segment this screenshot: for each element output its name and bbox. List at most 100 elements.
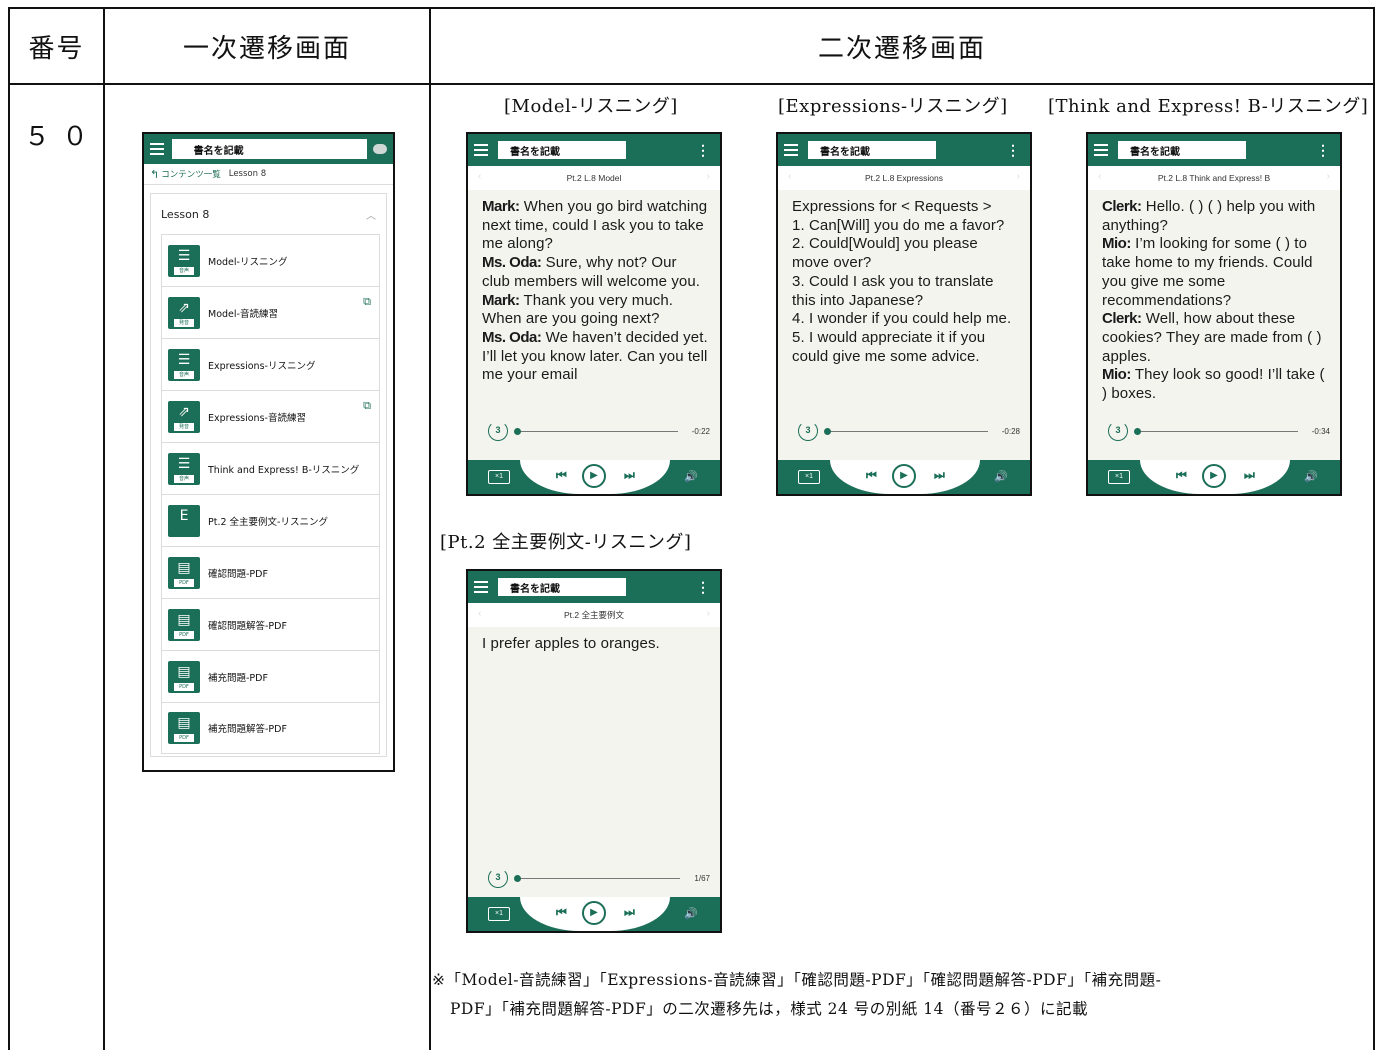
header-secondary: 二次遷移画面	[817, 33, 986, 64]
script-line: 4. I wonder if you could help me.	[792, 310, 1018, 329]
next-track-icon[interactable]: ›	[1327, 171, 1330, 182]
script-text: Expressions for < Requests >1. Can[Will]…	[778, 190, 1030, 418]
skip-next-icon[interactable]: ⏭	[624, 905, 635, 920]
progress-track[interactable]	[1134, 427, 1298, 435]
content-list-item[interactable]: ▤ PDF 確認問題解答-PDF	[161, 598, 380, 650]
pdf-icon: ▤ PDF	[168, 712, 200, 744]
header-divider	[8, 83, 1375, 85]
content-list-item-label: 確認問題解答-PDF	[208, 620, 287, 632]
row-number: ５０	[24, 122, 101, 152]
icon-glyph: ☰	[177, 455, 191, 472]
screen-label-think-express: [Think and Express! B-リスニング]	[1048, 96, 1369, 117]
skip-previous-icon[interactable]: ⏮	[556, 468, 567, 483]
script-line-text: They look so good! I’ll take ( ) boxes.	[1102, 366, 1325, 403]
external-link-box-icon: ⇗ 発音	[168, 296, 200, 329]
menu-icon[interactable]	[784, 144, 798, 156]
menu-icon[interactable]	[150, 143, 164, 155]
external-link-icon[interactable]: ⧉	[363, 295, 371, 309]
breadcrumb-back-link[interactable]: コンテンツ一覧	[161, 168, 221, 180]
icon-tag: 音声	[174, 370, 194, 379]
menu-icon[interactable]	[1094, 144, 1108, 156]
volume-icon[interactable]: 🔊	[684, 470, 698, 483]
speed-button[interactable]: ×1	[1108, 470, 1130, 484]
header-primary: 一次遷移画面	[182, 33, 351, 64]
next-track-icon[interactable]: ›	[1017, 171, 1020, 182]
volume-icon[interactable]: 🔊	[994, 470, 1008, 483]
footnote-line-1: ※「Model-音読練習」「Expressions-音読練習」「確認問題-PDF…	[432, 971, 1162, 989]
skip-next-icon[interactable]: ⏭	[624, 468, 635, 483]
script-line: Clerk: Well, how about these cookies? Th…	[1102, 310, 1328, 366]
play-icon[interactable]: ▶	[582, 464, 606, 488]
more-icon[interactable]: ⋮	[696, 578, 710, 596]
track-title-bar: ‹ Pt.2 全主要例文 ›	[468, 603, 720, 627]
col-divider-2	[429, 7, 431, 1050]
chevron-up-icon[interactable]: ︿	[366, 207, 376, 222]
speed-button[interactable]: ×1	[488, 470, 510, 484]
play-icon[interactable]: ▶	[892, 464, 916, 488]
seek-bar[interactable]: 3 1/67	[468, 865, 720, 891]
back-arrow-icon[interactable]: ↰	[150, 168, 159, 181]
skip-previous-icon[interactable]: ⏮	[1176, 468, 1187, 483]
external-link-icon[interactable]: ⧉	[363, 399, 371, 413]
script-line-text: 1. Can[Will] you do me a favor?	[792, 216, 1005, 234]
divider	[144, 184, 393, 185]
previous-track-icon[interactable]: ‹	[478, 171, 481, 182]
script-text: Mark: When you go bird watching next tim…	[468, 190, 720, 418]
script-line: Mark: Thank you very much. When are you …	[482, 292, 708, 329]
icon-glyph: ▤	[177, 715, 191, 731]
replay-icon[interactable]: 3	[488, 868, 508, 888]
seek-bar[interactable]: 3 -0:22	[468, 418, 720, 444]
content-list-item[interactable]: ☰ 音声 Expressions-リスニング	[161, 338, 380, 390]
previous-track-icon[interactable]: ‹	[1098, 171, 1101, 182]
content-list-item[interactable]: ▤ PDF 補充問題-PDF	[161, 650, 380, 702]
toggle-icon[interactable]	[373, 144, 387, 154]
previous-track-icon[interactable]: ‹	[478, 608, 481, 619]
time-readout: 1/67	[694, 873, 710, 883]
content-list-item-label: Model-音読練習	[208, 308, 278, 320]
script-text: I prefer apples to oranges.	[468, 627, 720, 865]
content-list-item[interactable]: ☰ 音声 Think and Express! B-リスニング	[161, 442, 380, 494]
icon-glyph: ⇗	[178, 403, 190, 420]
skip-previous-icon[interactable]: ⏮	[556, 905, 567, 920]
play-icon[interactable]: ▶	[582, 901, 606, 925]
skip-previous-icon[interactable]: ⏮	[866, 468, 877, 483]
replay-icon[interactable]: 3	[488, 421, 508, 441]
content-list-item[interactable]: ⇗ 発音 Expressions-音読練習 ⧉	[161, 390, 380, 442]
skip-next-icon[interactable]: ⏭	[934, 468, 945, 483]
content-list-item[interactable]: ▤ PDF 補充問題解答-PDF	[161, 702, 380, 754]
control-bar: ×1 ⏮ ▶ ⏭ 🔊	[778, 460, 1030, 494]
menu-icon[interactable]	[474, 581, 488, 593]
content-list-item[interactable]: ☰ 音声 Model-リスニング	[161, 234, 380, 286]
icon-glyph: ▤	[177, 611, 191, 628]
more-icon[interactable]: ⋮	[1316, 141, 1330, 159]
volume-icon[interactable]: 🔊	[1304, 470, 1318, 483]
track-title: Pt.2 L.8 Model	[566, 173, 622, 183]
more-icon[interactable]: ⋮	[1006, 141, 1020, 159]
seek-bar[interactable]: 3 -0:28	[778, 418, 1030, 444]
icon-glyph: ▤	[177, 559, 191, 576]
replay-icon[interactable]: 3	[1108, 421, 1128, 441]
speed-button[interactable]: ×1	[798, 470, 820, 484]
lesson-panel-header[interactable]: Lesson 8 ︿	[151, 194, 386, 234]
progress-track[interactable]	[824, 427, 988, 435]
next-track-icon[interactable]: ›	[707, 171, 710, 182]
seek-bar[interactable]: 3 -0:34	[1088, 418, 1340, 444]
skip-next-icon[interactable]: ⏭	[1244, 468, 1255, 483]
track-title-bar: ‹ Pt.2 L.8 Think and Express! B ›	[1088, 166, 1340, 190]
more-icon[interactable]: ⋮	[696, 141, 710, 159]
icon-tag: 発音	[174, 422, 194, 431]
control-bar: ×1 ⏮ ▶ ⏭ 🔊	[468, 460, 720, 494]
content-list-item[interactable]: ⇗ 発音 Model-音読練習 ⧉	[161, 286, 380, 338]
next-track-icon[interactable]: ›	[707, 608, 710, 619]
content-list-item[interactable]: ▤ PDF 確認問題-PDF	[161, 546, 380, 598]
right-border	[1373, 7, 1375, 1050]
progress-track[interactable]	[514, 427, 678, 435]
menu-icon[interactable]	[474, 144, 488, 156]
play-icon[interactable]: ▶	[1202, 464, 1226, 488]
replay-icon[interactable]: 3	[798, 421, 818, 441]
previous-track-icon[interactable]: ‹	[788, 171, 791, 182]
volume-icon[interactable]: 🔊	[684, 907, 698, 920]
progress-track[interactable]	[513, 874, 681, 882]
content-list-item[interactable]: E Pt.2 全主要例文-リスニング	[161, 494, 380, 546]
speed-button[interactable]: ×1	[488, 907, 510, 921]
